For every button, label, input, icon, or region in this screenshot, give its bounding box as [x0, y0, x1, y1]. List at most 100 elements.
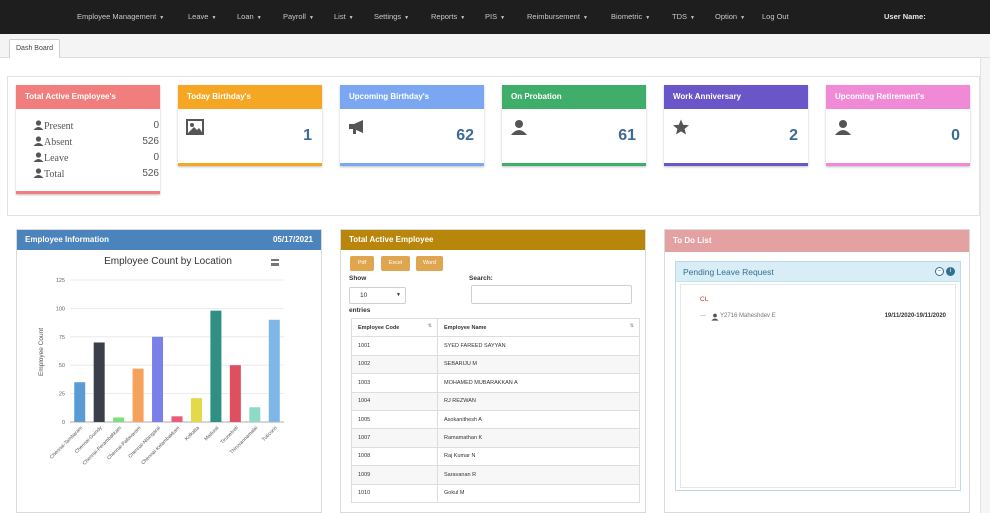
y-axis-label: Employee Count — [38, 328, 45, 376]
table-row[interactable]: 1002 SEBARIJU M — [351, 354, 640, 375]
entries-select[interactable]: 10 ▼ — [349, 287, 406, 304]
nav-pis[interactable]: PIS ▼ — [485, 0, 505, 34]
stat-label: Present — [33, 120, 73, 132]
user-icon — [33, 168, 44, 178]
stat-label: Leave — [33, 152, 68, 164]
table-row[interactable]: 1001 SYED FAREED SAYYAN — [351, 336, 640, 356]
nav-settings[interactable]: Settings ▼ — [374, 0, 409, 34]
card-on-probation[interactable]: On Probation 61 — [502, 85, 646, 166]
table-row[interactable]: 1005 Asokanithesh A — [351, 409, 640, 430]
card-value: 2 — [789, 127, 798, 144]
card-upcoming-birthday[interactable]: Upcoming Birthday's 62 — [340, 85, 484, 166]
stat-value: 526 — [142, 136, 159, 147]
y-tick-label: 25 — [59, 392, 65, 398]
cell-employee-code: 1008 — [351, 446, 438, 467]
page-scrollbar[interactable] — [980, 58, 990, 513]
table-row[interactable]: 1007 Ramamathan K — [351, 428, 640, 448]
x-tick-label: Madurai — [203, 425, 220, 442]
cell-employee-name: SEBARIJU M — [437, 354, 640, 375]
cell-employee-code: 1003 — [351, 373, 438, 393]
nav-leave[interactable]: Leave ▼ — [188, 0, 216, 34]
card-value: 1 — [303, 127, 312, 144]
nav-logout[interactable]: Log Out — [762, 0, 789, 34]
chart-bar[interactable] — [268, 319, 280, 422]
cell-employee-name: Raj Kumar N — [437, 446, 640, 467]
entries-label: entries — [349, 307, 371, 314]
chart-bar[interactable] — [113, 417, 125, 422]
box-title: Total Active Employee — [349, 235, 434, 244]
nav-label: Loan — [237, 12, 254, 21]
list-item[interactable]: — Y2716 Maheshdev E 19/11/2020-19/11/202… — [700, 312, 952, 324]
nav-option[interactable]: Option ▼ — [715, 0, 745, 34]
collapse-icon[interactable]: – — [935, 267, 944, 276]
nav-list[interactable]: List ▼ — [334, 0, 354, 34]
cell-employee-code: 1002 — [351, 354, 438, 375]
card-value: 62 — [456, 127, 474, 144]
table-row[interactable]: 1009 Saravanan R — [351, 465, 640, 485]
nav-payroll[interactable]: Payroll ▼ — [283, 0, 314, 34]
chart-bar[interactable] — [152, 336, 164, 422]
card-work-anniversary[interactable]: Work Anniversary 2 — [664, 85, 808, 166]
cell-employee-code: 1007 — [351, 428, 438, 448]
nav-label: Employee Management — [77, 12, 157, 21]
nav-tds[interactable]: TDS ▼ — [672, 0, 695, 34]
search-input[interactable] — [471, 285, 632, 304]
table-row[interactable]: 1008 Raj Kumar N — [351, 446, 640, 467]
caret-down-icon: ▼ — [500, 15, 506, 21]
export-word-button[interactable]: Word — [416, 256, 443, 271]
nav-employee-management[interactable]: Employee Management ▼ — [77, 0, 164, 34]
card-value: 61 — [618, 127, 636, 144]
x-tick-label: Chennai-Tambaram — [49, 425, 84, 460]
stat-row-leave: Leave 0 — [33, 152, 159, 168]
card-body: Present 0 Absent 526 Leave 0 Total 526 — [16, 109, 160, 191]
nav-label: List — [334, 12, 346, 21]
caret-down-icon: ▼ — [256, 15, 262, 21]
card-title: On Probation — [502, 85, 646, 109]
y-tick-label: 0 — [62, 420, 65, 426]
caret-down-icon: ▼ — [159, 15, 165, 21]
export-pdf-button[interactable]: Pdf — [350, 256, 374, 271]
chart-bar[interactable] — [229, 365, 241, 422]
table-row[interactable]: 1004 RJ REZWAN — [351, 391, 640, 411]
chart-bar[interactable] — [190, 398, 202, 422]
nav-reimbursement[interactable]: Reimbursement ▼ — [527, 0, 588, 34]
nav-reports[interactable]: Reports ▼ — [431, 0, 465, 34]
chart-bar[interactable] — [171, 416, 183, 422]
info-icon[interactable]: i — [946, 267, 955, 276]
tab-dashboard[interactable]: Dash Board — [9, 39, 60, 58]
chart-bar[interactable] — [249, 407, 261, 422]
card-upcoming-retirement[interactable]: Upcoming Retirement's 0 — [826, 85, 970, 166]
nav-label: Option — [715, 12, 738, 21]
stat-value: 0 — [153, 152, 159, 163]
nav-label: TDS — [672, 12, 687, 21]
nav-biometric[interactable]: Biometric ▼ — [611, 0, 650, 34]
user-icon — [33, 136, 44, 146]
x-tick-label: Tuticorin — [261, 425, 279, 443]
chart-bar[interactable] — [74, 382, 86, 422]
stat-value: 526 — [142, 168, 159, 179]
caret-down-icon: ▼ — [348, 15, 354, 21]
caret-down-icon: ▼ — [460, 15, 466, 21]
nav-label: Leave — [188, 12, 209, 21]
table-row[interactable]: 1003 MOHAMED MUBARAKKAN A — [351, 373, 640, 393]
box-title: Employee Information — [25, 235, 110, 244]
card-today-birthday[interactable]: Today Birthday's 1 — [178, 85, 322, 166]
chart-bar[interactable] — [132, 368, 144, 422]
column-header-employee-code[interactable]: Employee Code ⇅ — [351, 317, 438, 338]
chart-bar[interactable] — [93, 342, 105, 422]
caret-down-icon: ▼ — [740, 15, 746, 21]
y-tick-label: 125 — [56, 278, 65, 284]
nav-loan[interactable]: Loan ▼ — [237, 0, 262, 34]
export-excel-button[interactable]: Excel — [381, 256, 410, 271]
column-header-employee-name[interactable]: Employee Name ⇅ — [437, 317, 640, 338]
cell-employee-code: 1005 — [351, 409, 438, 430]
tab-bar: Dash Board — [0, 34, 990, 58]
show-label: Show — [349, 275, 367, 282]
chart-bar[interactable] — [210, 310, 222, 422]
table-row[interactable]: 1010 Gokul M — [351, 483, 640, 503]
caret-down-icon: ▼ — [690, 15, 695, 21]
card-body: 61 — [502, 109, 646, 163]
chart-menu-icon[interactable] — [271, 259, 279, 266]
stat-row-present: Present 0 — [33, 120, 159, 136]
stat-row-total: Total 526 — [33, 168, 159, 184]
